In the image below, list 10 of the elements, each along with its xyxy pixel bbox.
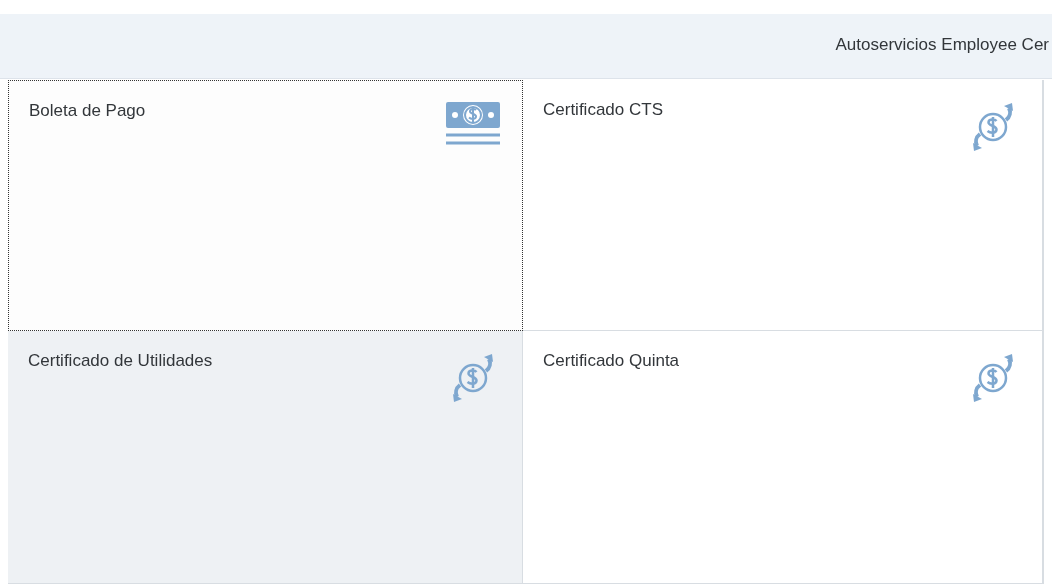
tile-title: Certificado CTS — [543, 100, 663, 120]
app-tile[interactable]: Certificado de Utilidades — [8, 331, 523, 584]
app-tile[interactable]: Certificado Quinta — [523, 331, 1043, 584]
tile-title: Certificado Quinta — [543, 351, 680, 371]
tile-title: Boleta de Pago — [29, 101, 146, 121]
header-title: Autoservicios Employee Cer — [835, 35, 1049, 56]
tile-title: Certificado de Utilidades — [28, 351, 213, 371]
app-tile[interactable]: Boleta de Pago — [8, 80, 523, 331]
app-tile[interactable]: Certificado CTS — [523, 80, 1043, 331]
banknote-icon — [444, 99, 502, 147]
